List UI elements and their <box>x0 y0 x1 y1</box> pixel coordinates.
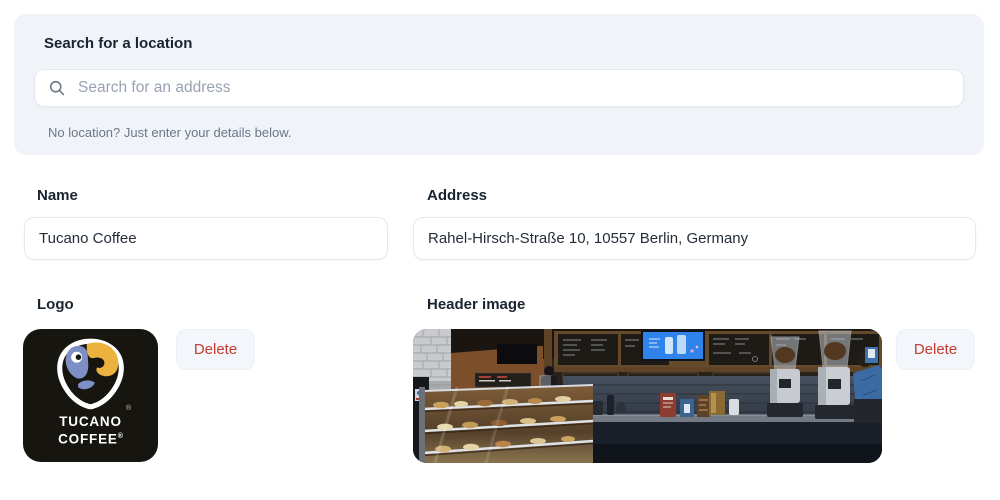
toucan-emblem-icon <box>54 337 127 411</box>
search-card-title: Search for a location <box>44 35 192 52</box>
logo-image: ® TUCANO COFFEE® <box>23 329 158 462</box>
logo-brand-line1: TUCANO <box>23 414 158 429</box>
search-icon <box>48 79 66 97</box>
brand-registered-mark: ® <box>118 433 123 440</box>
logo-brand-text: TUCANO COFFEE® <box>23 414 158 447</box>
logo-brand-line2: COFFEE® <box>23 429 158 447</box>
header-image-delete-button[interactable]: Delete <box>896 329 975 370</box>
address-input[interactable] <box>413 217 976 260</box>
logo-delete-button[interactable]: Delete <box>176 329 255 370</box>
emblem-registered-mark: ® <box>126 405 131 412</box>
address-search-input[interactable] <box>76 78 950 98</box>
search-helper-text: No location? Just enter your details bel… <box>48 125 292 140</box>
header-image <box>413 329 882 463</box>
logo-label: Logo <box>37 296 74 313</box>
coffee-shop-photo <box>413 329 882 463</box>
location-settings-page: Search for a location No location? Just … <box>0 0 1000 500</box>
search-location-card: Search for a location No location? Just … <box>14 14 984 155</box>
name-label: Name <box>37 187 78 204</box>
header-image-label: Header image <box>427 296 525 313</box>
address-label: Address <box>427 187 487 204</box>
address-search-box[interactable] <box>34 69 964 107</box>
name-input[interactable] <box>24 217 388 260</box>
